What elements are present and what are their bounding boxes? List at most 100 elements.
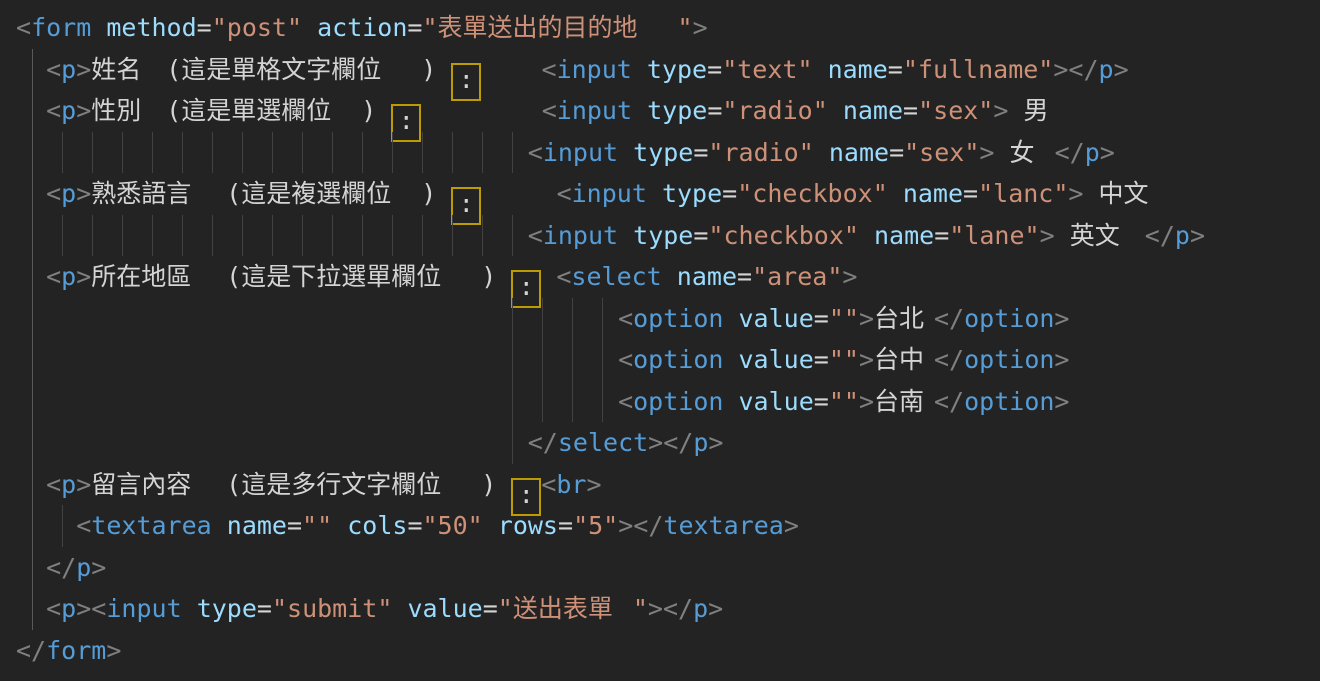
code-token: <	[542, 55, 557, 84]
code-token: >	[708, 428, 723, 457]
code-token	[994, 138, 1009, 167]
code-token: </	[1145, 221, 1175, 250]
code-token: =	[558, 511, 573, 540]
code-token: >	[1040, 221, 1055, 250]
code-token: (	[151, 49, 181, 91]
code-token: ""	[302, 511, 332, 540]
code-token: p	[61, 96, 76, 125]
code-token: form	[31, 13, 91, 42]
code-token: <	[76, 511, 91, 540]
code-token: value	[407, 594, 482, 623]
code-token: type	[633, 138, 693, 167]
code-token	[1055, 221, 1070, 250]
code-line[interactable]: <p><input type="submit" value="送出表單"></p…	[16, 588, 1320, 630]
code-token	[16, 553, 46, 582]
code-token	[182, 594, 197, 623]
code-token	[618, 138, 633, 167]
code-token: "checkbox"	[708, 221, 859, 250]
code-line[interactable]: <form method="post" action="表單送出的目的地">	[16, 7, 1320, 49]
code-line[interactable]: <p>姓名(這是單格文字欄位): <input type="text" name…	[16, 49, 1320, 91]
code-token	[632, 96, 647, 125]
code-token: >	[1054, 304, 1069, 333]
code-line[interactable]: <input type="radio" name="sex"> 女 </p>	[16, 132, 1320, 174]
code-token	[332, 511, 347, 540]
code-token: >	[784, 511, 799, 540]
code-token	[541, 262, 556, 291]
code-line[interactable]: <input type="checkbox" name="lane"> 英文 <…	[16, 215, 1320, 257]
code-token	[16, 96, 46, 125]
code-token: ""	[829, 345, 859, 374]
code-token	[662, 262, 677, 291]
code-token	[481, 179, 556, 208]
code-token: >	[842, 262, 857, 291]
code-token: "area"	[752, 262, 842, 291]
code-token	[16, 55, 46, 84]
code-token: p	[61, 470, 76, 499]
code-line[interactable]: <option value="">台南</option>	[16, 381, 1320, 423]
code-line[interactable]: <p>所在地區(這是下拉選單欄位): <select name="area">	[16, 256, 1320, 298]
code-token	[814, 138, 829, 167]
code-token: >	[693, 13, 708, 42]
code-token: =	[197, 13, 212, 42]
code-token: type	[633, 221, 693, 250]
code-token: 送出表單	[513, 588, 633, 630]
code-token: 中文	[1099, 173, 1159, 215]
code-token: br	[556, 470, 586, 499]
code-token: =	[814, 304, 829, 333]
code-token: 英文	[1070, 215, 1130, 257]
code-line[interactable]: <p>留言內容(這是多行文字欄位):<br>	[16, 464, 1320, 506]
code-token: textarea	[663, 511, 783, 540]
code-line[interactable]: </form>	[16, 630, 1320, 672]
code-token: <	[618, 304, 633, 333]
code-token: >	[76, 262, 91, 291]
code-token: >	[76, 594, 91, 623]
code-token	[16, 304, 618, 333]
code-line[interactable]: <option value="">台中</option>	[16, 339, 1320, 381]
code-token: =	[287, 511, 302, 540]
code-token: 台中	[874, 339, 934, 381]
code-token: 所在地區	[91, 256, 211, 298]
code-line[interactable]: <option value="">台北</option>	[16, 298, 1320, 340]
code-token: 姓名	[91, 49, 151, 91]
code-line[interactable]: </p>	[16, 547, 1320, 589]
code-token: <	[46, 55, 61, 84]
code-token: <	[557, 179, 572, 208]
code-token: type	[647, 96, 707, 125]
code-token: </	[934, 345, 964, 374]
code-line[interactable]: <textarea name="" cols="50" rows="5"></t…	[16, 505, 1320, 547]
code-token: <	[542, 96, 557, 125]
code-token: select	[558, 428, 648, 457]
code-token: "	[422, 13, 437, 42]
code-token: option	[633, 387, 723, 416]
code-token: <	[46, 262, 61, 291]
code-token: 台南	[874, 381, 934, 423]
code-token	[16, 511, 76, 540]
code-line[interactable]: </select></p>	[16, 422, 1320, 464]
code-token: <	[528, 221, 543, 250]
code-token: input	[543, 221, 618, 250]
code-token: >	[618, 511, 633, 540]
code-token: input	[543, 138, 618, 167]
code-token: name	[227, 511, 287, 540]
code-token: 這是多行文字欄位	[241, 464, 481, 506]
code-token: ""	[829, 387, 859, 416]
code-token: </	[46, 553, 76, 582]
code-line[interactable]: <p>性別(這是單選欄位): <input type="radio" name=…	[16, 90, 1320, 132]
code-token	[16, 470, 46, 499]
code-line[interactable]: <p>熟悉語言(這是複選欄位): <input type="checkbox" …	[16, 173, 1320, 215]
code-token: "	[678, 13, 693, 42]
code-token: >	[859, 387, 874, 416]
code-token: )	[421, 49, 451, 91]
code-token: 表單送出的目的地	[438, 7, 678, 49]
code-token: <	[618, 345, 633, 374]
code-token	[828, 96, 843, 125]
code-token: "checkbox"	[737, 179, 888, 208]
code-token: </	[16, 636, 46, 665]
code-editor-area[interactable]: <form method="post" action="表單送出的目的地"> <…	[0, 0, 1320, 681]
code-token	[859, 221, 874, 250]
code-token	[483, 511, 498, 540]
code-token: option	[633, 304, 723, 333]
code-token: "text"	[722, 55, 812, 84]
code-token	[16, 221, 528, 250]
code-token: <	[46, 470, 61, 499]
